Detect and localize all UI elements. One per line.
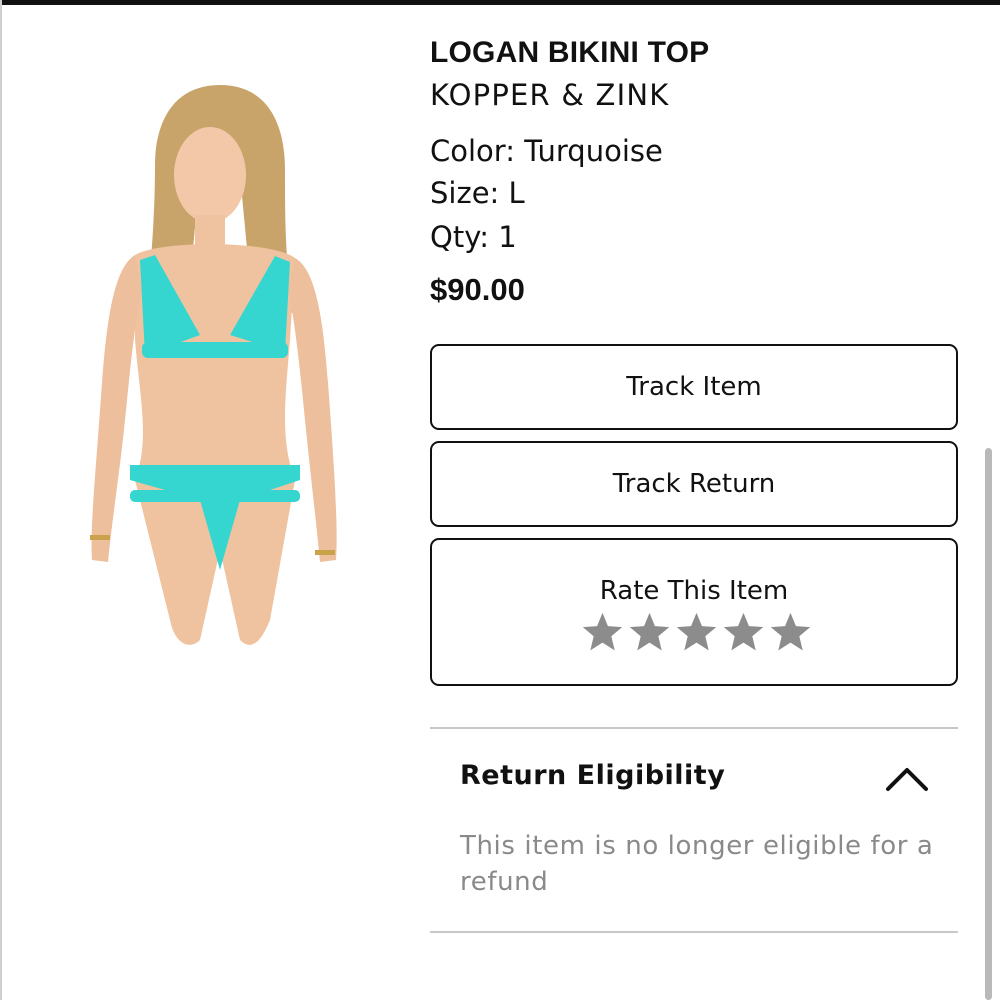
return-eligibility-message: This item is no longer eligible for a re… xyxy=(460,831,934,897)
track-item-button[interactable]: Track Item xyxy=(430,344,958,430)
star-icon[interactable] xyxy=(721,610,766,655)
star-icon[interactable] xyxy=(627,610,672,655)
star-rating[interactable] xyxy=(580,610,813,655)
chevron-up-icon[interactable] xyxy=(884,762,930,794)
star-icon[interactable] xyxy=(674,610,719,655)
left-edge-border xyxy=(0,0,2,1000)
star-icon[interactable] xyxy=(768,610,813,655)
section-divider xyxy=(430,727,958,729)
rate-item-label: Rate This Item xyxy=(599,576,789,606)
product-color: Color: Turquoise xyxy=(430,134,663,168)
return-eligibility-title: Return Eligibility xyxy=(460,760,726,791)
track-return-button[interactable]: Track Return xyxy=(430,441,958,527)
product-brand: KOPPER & ZINK xyxy=(430,78,670,112)
product-title: LOGAN BIKINI TOP xyxy=(430,36,710,69)
top-bar xyxy=(0,0,1000,5)
product-size: Size: L xyxy=(430,176,525,210)
section-divider xyxy=(430,931,958,933)
product-quantity: Qty: 1 xyxy=(430,220,517,254)
product-price: $90.00 xyxy=(430,272,525,307)
product-image[interactable] xyxy=(80,80,360,652)
star-icon[interactable] xyxy=(580,610,625,655)
scrollbar[interactable] xyxy=(985,448,992,1000)
